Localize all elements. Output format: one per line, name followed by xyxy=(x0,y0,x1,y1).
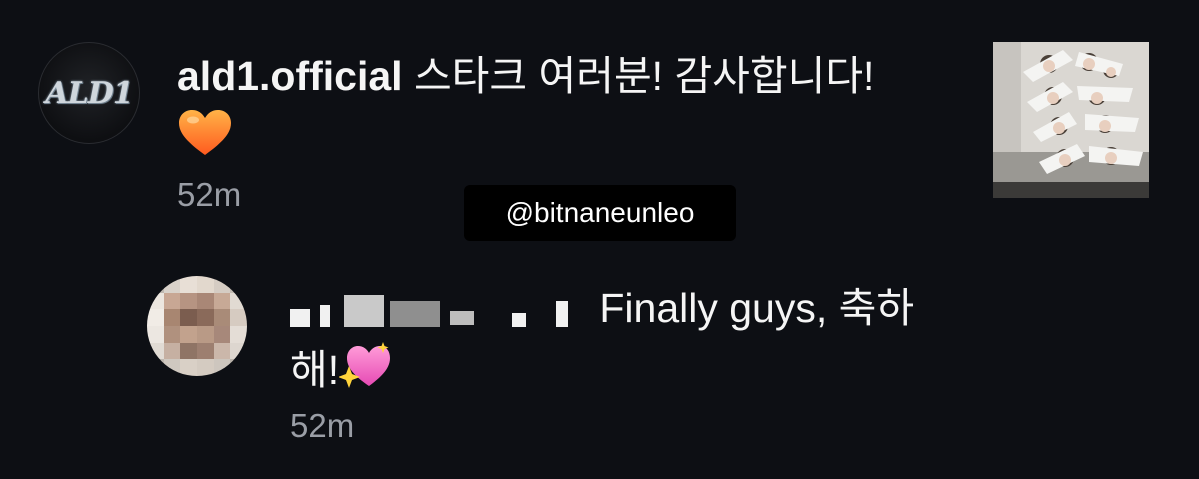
post-thumbnail[interactable] xyxy=(993,42,1149,198)
avatar[interactable]: ALD1 xyxy=(38,42,140,144)
orange-heart-icon xyxy=(177,108,233,175)
timestamp: 52m xyxy=(177,176,242,213)
comment-text: 스타크 여러분! 감사합니다! xyxy=(402,53,875,99)
avatar[interactable] xyxy=(147,276,247,376)
username[interactable]: ald1.official xyxy=(177,53,403,99)
watermark: @bitnaneunleo xyxy=(464,185,736,241)
blurred-username xyxy=(290,291,580,331)
comment-main: ald1.official 스타크 여러분! 감사합니다! xyxy=(177,45,897,175)
ald1-logo: ALD1 xyxy=(45,75,133,111)
reply-comment: Finally guys, 축하해! xyxy=(290,277,950,407)
timestamp: 52m xyxy=(290,407,355,444)
sparkling-heart-icon xyxy=(338,340,391,407)
